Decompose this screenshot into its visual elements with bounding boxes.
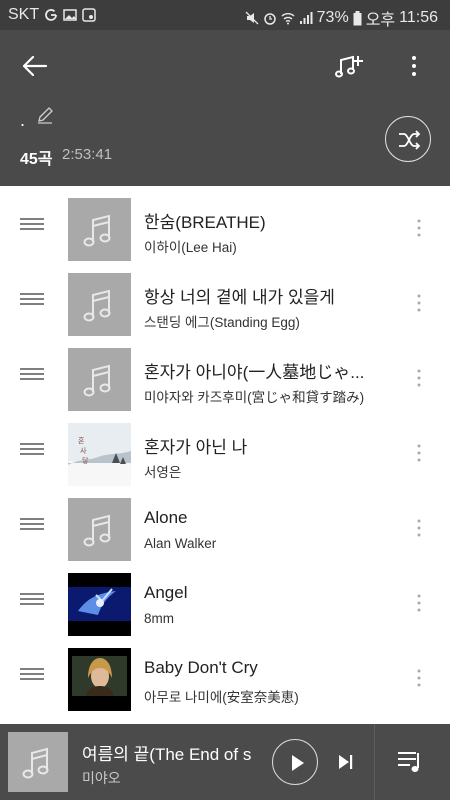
gallery-icon [63,9,77,21]
playlist-name: . [20,110,26,130]
drag-handle-icon[interactable] [20,443,44,455]
status-bar: SKT 73% 오후 11:56 [0,0,450,30]
list-item[interactable]: 혼자가 아니야(一人墓地じゃ... 미야자와 카즈후미(宮じゃ和貸す踏み) [0,336,450,411]
list-item[interactable]: 한숨(BREATHE) 이하이(Lee Hai) [0,186,450,261]
song-artist: 아무로 나미에(安室奈美恵) [144,690,299,705]
alarm-icon [263,13,276,25]
music-note-icon [83,364,111,397]
shuffle-icon [399,130,421,150]
album-art-blue [68,573,131,636]
status-right: 73% 오후 11:56 [245,6,438,30]
svg-text:닿: 닿 [82,457,89,465]
more-vert-icon[interactable] [413,518,425,538]
album-art-placeholder [68,273,131,336]
list-item[interactable]: Alone Alan Walker [0,486,450,561]
playlist-header: . 45곡 2:53:41 [0,30,450,186]
drag-handle-icon[interactable] [20,293,44,305]
wifi-icon [281,13,295,25]
playlist-queue-icon[interactable] [396,748,426,776]
more-vert-icon[interactable] [413,218,425,238]
list-item[interactable]: 항상 너의 곁에 내가 있을게 스탠딩 에그(Standing Egg) [0,261,450,336]
back-arrow-icon[interactable] [18,50,50,82]
shuffle-button[interactable] [385,116,431,162]
drag-handle-icon[interactable] [20,668,44,680]
song-artist: 8mm [144,611,174,626]
play-icon [292,755,304,771]
google-icon [45,9,58,21]
clock-time: 11:56 [399,9,438,26]
album-cover-image [68,573,131,636]
screenshot-icon [82,8,96,22]
svg-text:사: 사 [80,446,87,455]
song-title: 혼자가 아닌 나 [144,438,248,457]
more-vert-icon[interactable] [413,368,425,388]
now-playing-album-art[interactable] [8,732,68,792]
album-art-placeholder [68,348,131,411]
edit-pencil-icon[interactable] [36,106,54,124]
song-title: Alone [144,508,188,527]
more-vert-icon[interactable] [402,50,426,82]
signal-icon [299,12,313,24]
song-title: 혼자가 아니야(一人墓地じゃ... [144,363,365,382]
drag-handle-icon[interactable] [20,368,44,380]
mini-player[interactable]: 여름의 끝(The End of s 미야오 [0,724,450,800]
player-divider [374,724,375,800]
song-artist: 스탠딩 에그(Standing Egg) [144,315,300,330]
more-vert-icon[interactable] [413,443,425,463]
status-left: SKT [8,6,96,24]
music-note-icon [83,514,111,547]
list-item[interactable]: Baby Don't Cry 아무로 나미에(安室奈美恵) [0,636,450,711]
more-vert-icon[interactable] [413,668,425,688]
track-count: 45곡 [20,151,53,168]
song-artist: Alan Walker [144,536,217,551]
song-title: 항상 너의 곁에 내가 있을게 [144,288,335,307]
add-music-icon[interactable] [333,50,365,82]
list-item[interactable]: 혼 사 닿 혼자가 아닌 나 서영은 [0,411,450,486]
music-note-icon [83,289,111,322]
song-artist: 미야자와 카즈후미(宮じゃ和貸す踏み) [144,390,365,405]
play-button[interactable] [272,739,318,785]
album-art-placeholder [68,498,131,561]
battery-percent: 73% [316,9,349,26]
skip-next-icon[interactable] [333,750,357,774]
svg-text:혼: 혼 [78,436,85,445]
drag-handle-icon[interactable] [20,593,44,605]
music-note-icon [83,214,111,247]
album-art-portrait [68,648,131,711]
more-vert-icon[interactable] [413,293,425,313]
clock-ampm: 오후 [365,12,396,29]
song-artist: 서영은 [144,465,182,480]
album-cover-image [68,648,131,711]
list-item[interactable]: Angel 8mm [0,561,450,636]
album-cover-image: 혼 사 닿 [68,423,131,486]
album-art-winter: 혼 사 닿 [68,423,131,486]
now-playing-title: 여름의 끝(The End of s [82,745,252,764]
song-artist: 이하이(Lee Hai) [144,240,237,255]
now-playing-artist: 미야오 [82,770,121,786]
music-note-icon [22,747,49,779]
battery-icon [353,10,362,25]
drag-handle-icon[interactable] [20,218,44,230]
more-vert-icon[interactable] [413,593,425,613]
carrier-label: SKT [8,6,40,23]
song-list: 한숨(BREATHE) 이하이(Lee Hai) 항상 너의 곁에 내가 있을게… [0,186,450,724]
total-duration: 2:53:41 [62,146,113,163]
drag-handle-icon[interactable] [20,518,44,530]
album-art-placeholder [68,198,131,261]
song-title: Baby Don't Cry [144,658,258,677]
song-title: Angel [144,583,188,602]
mute-icon [245,11,259,25]
song-title: 한숨(BREATHE) [144,213,266,232]
